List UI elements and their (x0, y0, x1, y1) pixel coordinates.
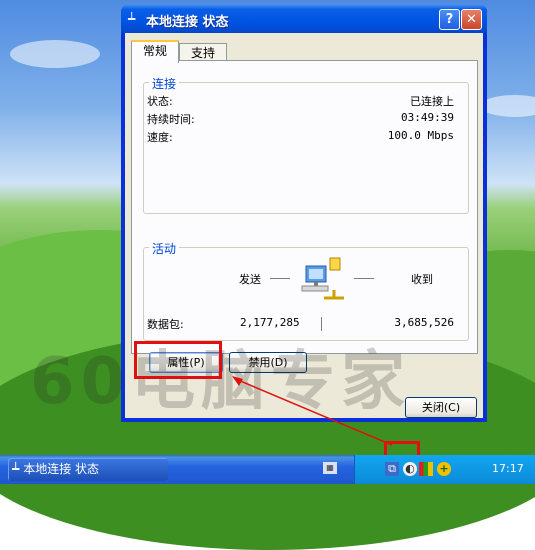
clock[interactable]: 17:17 (492, 462, 524, 475)
system-tray: ⧉ ◐ + 17:17 (354, 455, 535, 484)
keyboard-icon[interactable]: ▦ (323, 462, 337, 474)
tray-security-icon[interactable] (419, 462, 433, 476)
tab-general[interactable]: 常规 (131, 40, 179, 63)
tray-volume-icon[interactable]: ◐ (403, 462, 417, 476)
taskbar: ┷ 本地连接 状态 ▦ ⧉ ◐ + 17:17 (0, 455, 535, 484)
tray-update-icon[interactable]: + (437, 462, 451, 476)
annotation-arrow (232, 376, 393, 446)
tray-network-icon[interactable]: ⧉ (385, 462, 399, 476)
taskbar-task-label: 本地连接 状态 (23, 462, 100, 476)
taskbar-task-button[interactable]: ┷ 本地连接 状态 (8, 458, 168, 481)
network-connection-icon: ┷ (12, 462, 20, 476)
